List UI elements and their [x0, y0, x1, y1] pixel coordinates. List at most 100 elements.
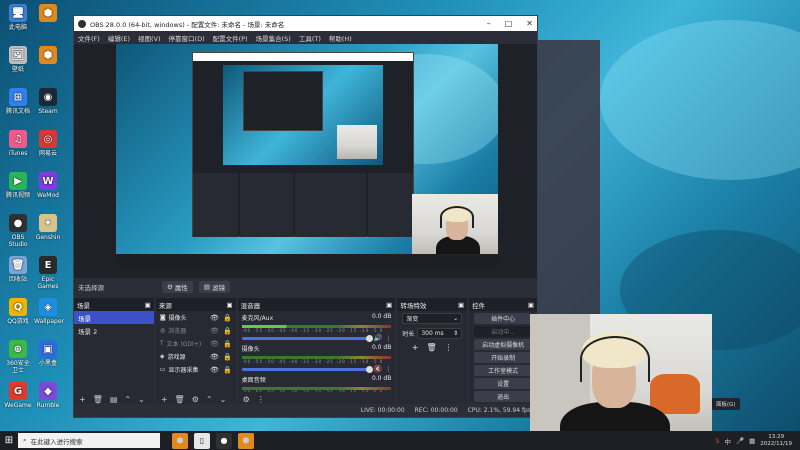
desktop-icon[interactable]: Q QQ游戏: [4, 298, 32, 325]
menu-edit[interactable]: 编辑(E): [108, 33, 130, 43]
properties-button[interactable]: ⚙ 属性: [162, 281, 193, 293]
desktop-icon[interactable]: ◆ Rumble: [34, 382, 62, 409]
lock-icon[interactable]: 🔒: [223, 366, 232, 374]
desktop-icon[interactable]: ▣ 小黑盒: [34, 340, 62, 367]
remove-icon[interactable]: 🗑: [427, 343, 437, 352]
remove-icon[interactable]: 🗑: [93, 395, 103, 404]
dock-menu-icon[interactable]: ▣: [386, 301, 392, 309]
settings-button[interactable]: 设置: [474, 378, 532, 389]
move-up-icon[interactable]: ⌃: [206, 395, 213, 404]
volume-slider[interactable]: [241, 334, 373, 342]
close-icon[interactable]: ✕: [526, 19, 533, 28]
dock-menu-icon[interactable]: ▣: [145, 301, 151, 309]
filters-button[interactable]: ▤ 滤镜: [198, 281, 230, 293]
dock-menu-icon[interactable]: ▣: [528, 301, 534, 309]
taskbar-file-icon[interactable]: ▯: [194, 432, 210, 449]
speaker-muted-icon[interactable]: 🔇: [374, 365, 383, 373]
remove-icon[interactable]: 🗑: [175, 395, 185, 404]
ime-indicator[interactable]: 中: [725, 436, 732, 446]
desktop-icon[interactable]: ⬢: [34, 4, 62, 24]
desktop-icon[interactable]: ◈ Wallpaper: [34, 298, 64, 325]
more-icon[interactable]: ⋮: [385, 335, 391, 342]
studio-mode-button[interactable]: 工作室模式: [474, 365, 532, 376]
desktop-icon[interactable]: 🖼 壁纸: [4, 46, 32, 73]
taskbar-search-input[interactable]: ⌕ 在此键入进行搜索: [18, 433, 160, 448]
taskbar-obs-icon[interactable]: ●: [216, 432, 232, 449]
desktop-icon[interactable]: 🖥 此电脑: [4, 4, 32, 31]
desktop-icon[interactable]: G WeGame: [4, 382, 32, 409]
minimize-icon[interactable]: –: [487, 19, 491, 28]
eye-icon[interactable]: 👁: [210, 366, 219, 374]
network-icon[interactable]: ▦: [749, 437, 755, 445]
more-icon[interactable]: ⋮: [257, 395, 265, 404]
mic-icon[interactable]: 🎤: [736, 437, 744, 445]
desktop-icon[interactable]: ♫ iTunes: [4, 130, 32, 157]
duration-spinbox[interactable]: 300 ms ⇕: [417, 328, 463, 339]
add-icon[interactable]: +: [79, 395, 86, 404]
add-icon[interactable]: +: [161, 395, 168, 404]
source-item[interactable]: ◍ 浏览器 👁 🔒: [156, 324, 236, 337]
speaker-icon[interactable]: 🔊: [374, 334, 383, 342]
desktop-icon[interactable]: 🗑 回收站: [4, 256, 32, 283]
start-virtual-camera-button[interactable]: 启动虚拟摄像机: [474, 339, 532, 350]
desktop-icon[interactable]: ✦ Genshin: [34, 214, 62, 241]
lock-icon[interactable]: 🔒: [223, 353, 232, 361]
menu-file[interactable]: 文件(F): [78, 33, 100, 43]
source-item[interactable]: ◙ 摄像头 👁 🔒: [156, 311, 236, 324]
filter-icon[interactable]: ▤: [110, 395, 118, 404]
move-up-icon[interactable]: ⌃: [124, 395, 131, 404]
transition-select[interactable]: 渐变 ⌄: [402, 313, 463, 324]
source-item[interactable]: T 文本 (GDI+) 👁 🔒: [156, 337, 236, 350]
tray-app-icon[interactable]: S: [715, 437, 719, 445]
menu-profile[interactable]: 配置文件(P): [213, 33, 248, 43]
taskbar-app-icon[interactable]: ⬢: [172, 432, 188, 449]
move-down-icon[interactable]: ⌄: [138, 395, 145, 404]
desktop-icon[interactable]: ⊞ 腾讯文档: [4, 88, 32, 115]
desktop-icon[interactable]: E Epic Games: [34, 256, 62, 290]
eye-icon[interactable]: 👁: [210, 353, 219, 361]
start-recording-button[interactable]: 开始录制: [474, 352, 532, 363]
eye-icon[interactable]: 👁: [210, 340, 219, 348]
gear-icon[interactable]: ⚙: [192, 395, 199, 404]
menu-view[interactable]: 视图(V): [138, 33, 161, 43]
scene-item[interactable]: 场景 2: [74, 324, 154, 337]
scene-item[interactable]: 场景: [74, 311, 154, 324]
desktop-icon[interactable]: ◉ Steam: [34, 88, 62, 115]
move-down-icon[interactable]: ⌄: [220, 395, 227, 404]
more-icon[interactable]: ⋮: [445, 343, 453, 352]
obs-titlebar[interactable]: OBS 28.0.0 (64-bit, windows) - 配置文件: 未命名…: [74, 16, 537, 31]
exit-button[interactable]: 退出: [474, 391, 532, 402]
eye-icon[interactable]: 👁: [210, 314, 219, 322]
desktop-icon[interactable]: ◎ 网易云: [34, 130, 62, 157]
source-item[interactable]: ▭ 显示器采集 👁 🔒: [156, 363, 236, 376]
camera-icon: ◙: [159, 314, 166, 321]
desktop-icon[interactable]: ● OBS Studio: [4, 214, 32, 248]
dock-menu-icon[interactable]: ▣: [227, 301, 233, 309]
volume-slider[interactable]: [241, 365, 373, 373]
nested-cam: [337, 125, 377, 159]
menu-docks[interactable]: 停靠窗口(D): [169, 33, 205, 43]
windows-start-icon[interactable]: ⊞: [0, 435, 18, 446]
menu-tools[interactable]: 工具(T): [299, 33, 321, 43]
maximize-icon[interactable]: □: [505, 19, 513, 28]
desktop-icon[interactable]: ⊕ 360安全卫士: [4, 340, 32, 374]
more-icon[interactable]: ⋮: [385, 366, 391, 373]
desktop-icon[interactable]: ▶ 腾讯视频: [4, 172, 32, 199]
lock-icon[interactable]: 🔒: [223, 327, 232, 335]
taskbar-clock[interactable]: 13:29 2022/11/19: [760, 434, 792, 448]
menu-help[interactable]: 帮助(H): [329, 33, 352, 43]
menu-scene-collection[interactable]: 场景集合(S): [256, 33, 291, 43]
add-icon[interactable]: +: [412, 343, 419, 352]
desktop-icon[interactable]: W WeMod: [34, 172, 62, 199]
lock-icon[interactable]: 🔒: [223, 314, 232, 322]
desktop-icon[interactable]: ⬢: [34, 46, 62, 66]
plugin-center-button[interactable]: 插件中心: [474, 313, 532, 324]
dock-menu-icon[interactable]: ▣: [458, 301, 464, 309]
taskbar-app-icon[interactable]: ⬢: [238, 432, 254, 449]
source-item[interactable]: ◈ 游戏源 👁 🔒: [156, 350, 236, 363]
preview-canvas[interactable]: [116, 44, 498, 266]
start-streaming-button[interactable]: 启动中...: [474, 326, 532, 337]
lock-icon[interactable]: 🔒: [223, 340, 232, 348]
advanced-audio-icon[interactable]: ⚙: [243, 395, 250, 404]
eye-icon[interactable]: 👁: [210, 327, 219, 335]
